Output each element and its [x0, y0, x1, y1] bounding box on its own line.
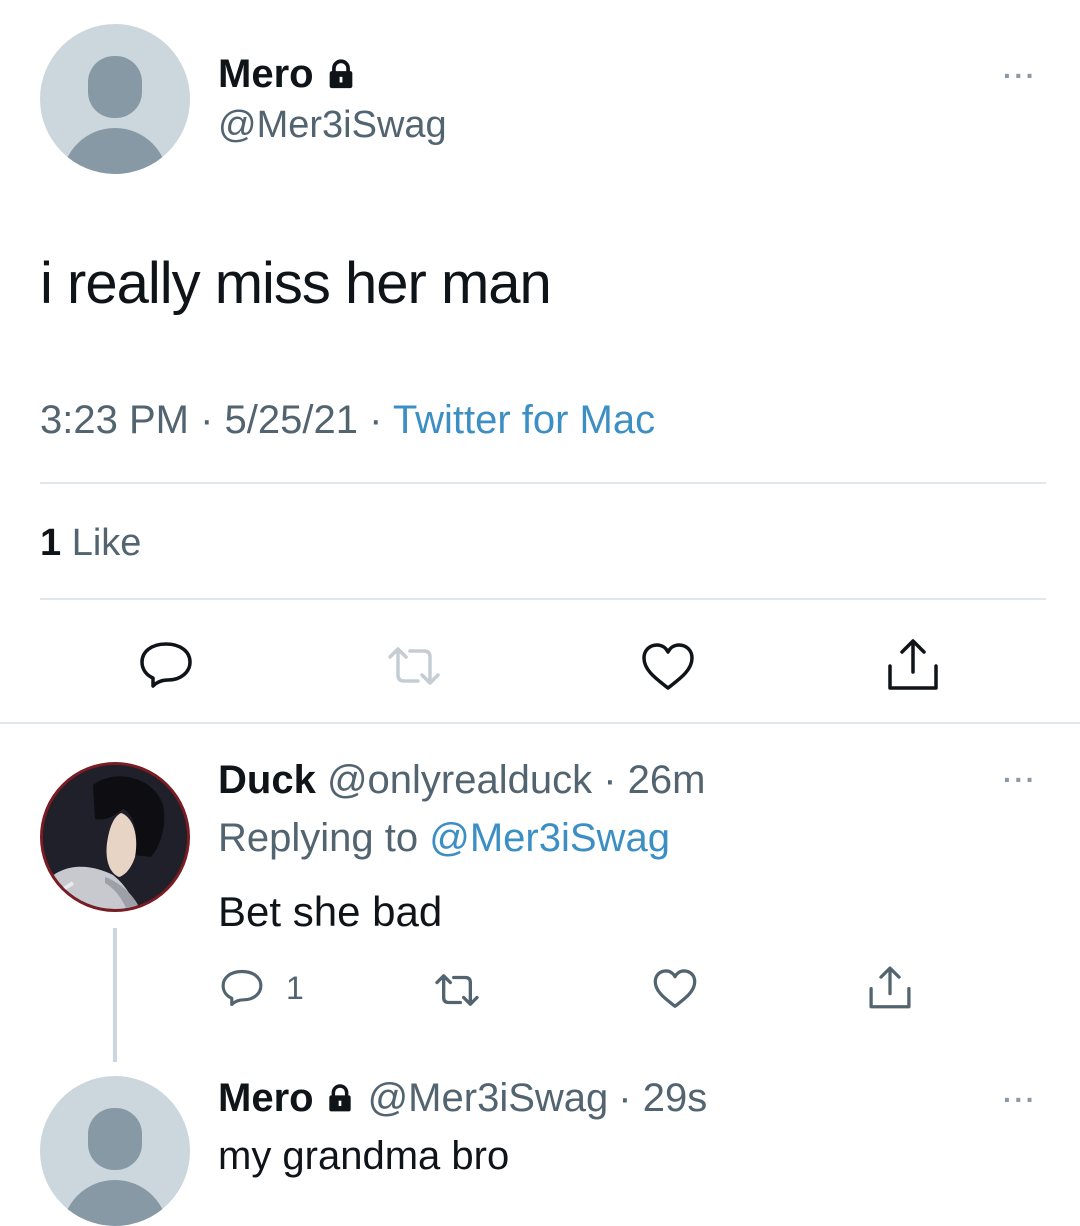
- likes-label: Like: [71, 522, 142, 564]
- handle[interactable]: @Mer3iSwag: [368, 1076, 609, 1121]
- thread-line: [113, 928, 117, 1062]
- share-icon[interactable]: [866, 964, 914, 1010]
- tweet-text: i really miss her man: [40, 251, 552, 316]
- avatar[interactable]: [40, 762, 190, 912]
- display-name[interactable]: Mero: [218, 52, 314, 97]
- handle[interactable]: @Mer3iSwag: [218, 104, 447, 147]
- share-icon[interactable]: [884, 636, 942, 692]
- reply2-author-row: Mero @Mer3iSwag · 29s: [218, 1074, 707, 1122]
- reply2-age: · 29s: [618, 1075, 708, 1120]
- replying-to-handle[interactable]: @Mer3iSwag: [429, 816, 670, 860]
- divider: [40, 598, 1046, 600]
- avatar[interactable]: [40, 1076, 190, 1226]
- reply-button[interactable]: 1: [220, 968, 304, 1008]
- reply-icon[interactable]: [138, 640, 194, 690]
- likes-stat[interactable]: 1 Like: [40, 522, 141, 565]
- reply-author-row: Duck @onlyrealduck · 26m: [218, 758, 706, 803]
- divider: [0, 722, 1080, 724]
- tweet-meta: 3:23 PM · 5/25/21 · Twitter for Mac: [40, 398, 655, 443]
- more-icon[interactable]: ···: [1003, 60, 1037, 92]
- display-name[interactable]: Mero: [218, 1076, 314, 1121]
- like-icon[interactable]: [652, 968, 698, 1010]
- tweet-date[interactable]: 5/25/21: [225, 398, 358, 442]
- meta-separator: ·: [200, 398, 214, 442]
- reply-icon: [220, 968, 264, 1008]
- replying-to: Replying to @Mer3iSwag: [218, 816, 670, 861]
- tweet-time: 3:23 PM: [40, 398, 189, 442]
- reply-text: Bet she bad: [218, 888, 443, 935]
- reply-age: · 26m: [603, 758, 706, 802]
- like-icon[interactable]: [640, 642, 696, 692]
- likes-count: 1: [40, 522, 62, 564]
- retweet-icon[interactable]: [432, 972, 482, 1008]
- more-icon[interactable]: ···: [1003, 764, 1037, 796]
- lock-icon: [324, 1082, 356, 1114]
- avatar[interactable]: [40, 24, 190, 174]
- display-name[interactable]: Duck: [218, 758, 316, 802]
- more-icon[interactable]: ···: [1003, 1084, 1037, 1116]
- retweet-icon[interactable]: [384, 645, 444, 687]
- author-row: Mero: [218, 50, 358, 98]
- meta-separator: ·: [369, 398, 383, 442]
- tweet-source[interactable]: Twitter for Mac: [393, 398, 655, 442]
- reply-count: 1: [286, 969, 304, 1006]
- replying-prefix: Replying to: [218, 816, 419, 860]
- reply2-text: my grandma bro: [218, 1134, 510, 1178]
- lock-icon: [324, 57, 358, 91]
- handle[interactable]: @onlyrealduck: [327, 758, 592, 802]
- divider: [40, 482, 1046, 484]
